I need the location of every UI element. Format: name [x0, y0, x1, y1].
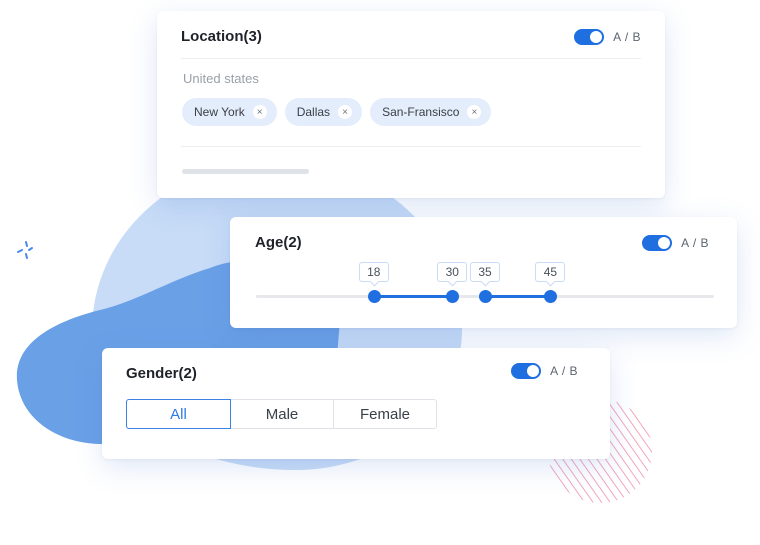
divider [181, 146, 641, 147]
close-icon[interactable]: × [338, 105, 353, 119]
location-chips: New York × Dallas × San-Fransisco × [182, 98, 492, 126]
chip-new-york[interactable]: New York × [182, 98, 277, 126]
placeholder-bar [182, 169, 309, 174]
gender-card: Gender(2) A / B All Male Female [102, 348, 610, 459]
slider-handle[interactable] [367, 290, 381, 303]
divider [181, 58, 641, 59]
location-ab-toggle-group: A / B [574, 29, 641, 45]
country-label: United states [183, 71, 259, 86]
close-icon[interactable]: × [467, 105, 482, 119]
gender-ab-toggle-group: A / B [511, 363, 578, 379]
age-ab-toggle[interactable] [642, 235, 673, 251]
slider-tooltip: 18 [358, 262, 389, 282]
chip-dallas[interactable]: Dallas × [284, 98, 363, 126]
ab-label: A / B [550, 364, 578, 378]
ab-label: A / B [681, 236, 709, 250]
gender-option-female[interactable]: Female [333, 399, 437, 429]
chip-san-fransisco[interactable]: San-Fransisco × [370, 98, 492, 126]
gender-title: Gender(2) [126, 365, 197, 382]
age-range-slider[interactable]: 18 30 35 45 [256, 262, 714, 303]
age-card: Age(2) A / B 18 30 35 45 [230, 217, 737, 328]
slider-range-2 [485, 295, 551, 298]
gender-segmented-control: All Male Female [126, 399, 437, 429]
slider-tooltip: 30 [437, 262, 468, 282]
location-ab-toggle[interactable] [574, 29, 605, 45]
slider-tooltip: 45 [535, 262, 566, 282]
location-title: Location(3) [181, 28, 262, 45]
gender-option-male[interactable]: Male [230, 399, 334, 429]
chip-label: San-Fransisco [382, 105, 460, 119]
age-title: Age(2) [255, 234, 302, 251]
toggle-knob [527, 365, 540, 377]
slider-tooltip: 35 [470, 262, 500, 282]
ab-label: A / B [613, 30, 641, 44]
chip-label: Dallas [296, 105, 331, 119]
toggle-knob [658, 237, 671, 249]
chip-label: New York [194, 105, 245, 119]
slider-handle[interactable] [479, 290, 492, 303]
gender-option-all[interactable]: All [126, 399, 231, 429]
slider-handle[interactable] [544, 290, 558, 303]
close-icon[interactable]: × [252, 105, 267, 119]
gender-ab-toggle[interactable] [511, 363, 542, 379]
sparkle-icon [17, 241, 33, 259]
slider-handle[interactable] [446, 290, 460, 303]
slider-range-1 [373, 295, 453, 298]
toggle-knob [590, 31, 603, 43]
age-ab-toggle-group: A / B [642, 235, 709, 251]
location-card: Location(3) A / B United states New York… [157, 11, 665, 198]
